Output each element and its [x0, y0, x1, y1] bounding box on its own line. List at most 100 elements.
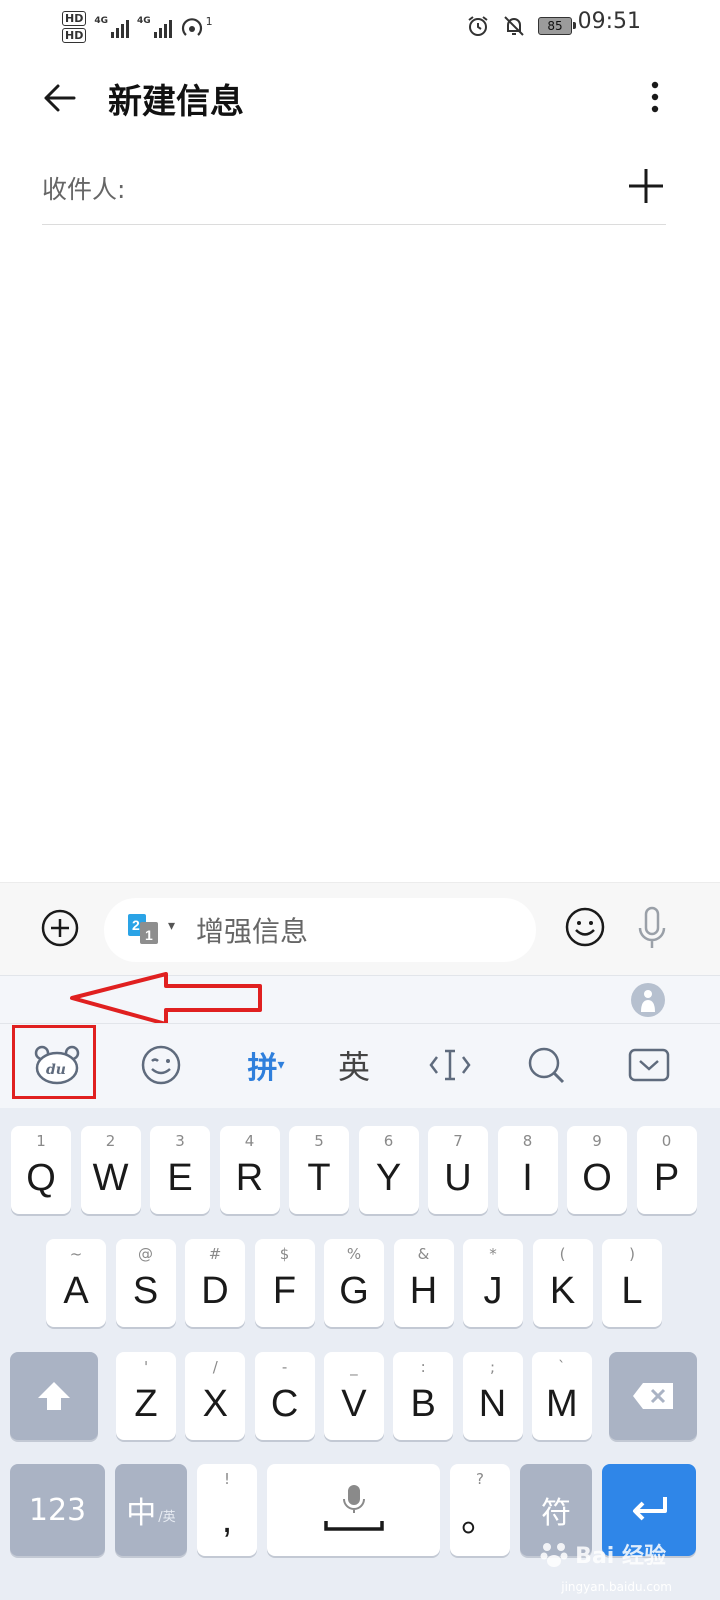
- key-label: Y: [375, 1157, 402, 1199]
- key-label: G: [339, 1270, 369, 1312]
- key-label: L: [621, 1270, 643, 1312]
- recipient-label[interactable]: 收件人:: [42, 170, 125, 206]
- search-button[interactable]: [524, 1040, 568, 1090]
- watermark-brand: Bai 经验: [575, 1544, 666, 1569]
- key-c[interactable]: -C: [254, 1352, 315, 1440]
- key-e[interactable]: 3E: [150, 1126, 210, 1214]
- key-i[interactable]: 8I: [497, 1126, 558, 1214]
- key-label: X: [202, 1383, 228, 1425]
- key-label: K: [549, 1270, 576, 1312]
- add-recipient-icon[interactable]: [626, 166, 666, 206]
- key-hint: `: [558, 1358, 566, 1376]
- more-options-icon[interactable]: [640, 78, 670, 118]
- key-hint: _: [350, 1358, 358, 1376]
- key-hint: ): [629, 1245, 635, 1263]
- status-bar-left: HD HD 4G 4G 1: [62, 6, 213, 48]
- sim-select-icon[interactable]: 2 1: [128, 914, 162, 944]
- key-z[interactable]: ' Z: [116, 1352, 176, 1440]
- key-label: D: [201, 1270, 229, 1312]
- chevron-down-icon: [628, 1048, 670, 1082]
- comma-key[interactable]: ! ,: [197, 1464, 257, 1556]
- key-k[interactable]: (K: [532, 1239, 593, 1327]
- key-b[interactable]: :B: [393, 1352, 454, 1440]
- key-y[interactable]: 6Y: [358, 1126, 419, 1214]
- backspace-key[interactable]: [609, 1352, 697, 1440]
- key-h[interactable]: & H: [393, 1239, 454, 1327]
- add-attachment-icon[interactable]: [40, 908, 80, 948]
- key-r[interactable]: 4R: [219, 1126, 280, 1214]
- svg-text:1: 1: [145, 927, 153, 943]
- key-hint: !: [223, 1470, 230, 1488]
- key-hint: #: [208, 1245, 222, 1263]
- hd-sim1-badge: HD: [62, 11, 87, 26]
- english-mode-button[interactable]: 英: [332, 1040, 376, 1090]
- key-s[interactable]: @ S: [115, 1239, 176, 1327]
- key-a[interactable]: ~ A: [46, 1239, 106, 1327]
- key-label: ,: [221, 1499, 233, 1541]
- cursor-icon: [429, 1049, 471, 1081]
- key-g[interactable]: % G: [324, 1239, 384, 1327]
- key-u[interactable]: 7U: [428, 1126, 488, 1214]
- hide-keyboard-button[interactable]: [626, 1040, 672, 1090]
- key-m[interactable]: ` M: [531, 1352, 592, 1440]
- english-label: 英: [337, 1048, 370, 1086]
- key-l[interactable]: ) L: [602, 1239, 662, 1327]
- key-label: J: [483, 1270, 503, 1312]
- wink-face-icon: [141, 1045, 181, 1085]
- key-label: M: [545, 1383, 578, 1425]
- pinyin-label: 拼: [247, 1051, 278, 1086]
- assistant-icon[interactable]: [628, 980, 668, 1020]
- shift-icon: [38, 1382, 70, 1410]
- shift-key[interactable]: [10, 1352, 98, 1440]
- svg-text:2: 2: [132, 917, 140, 933]
- key-hint: /: [212, 1358, 218, 1376]
- key-q[interactable]: 1Q: [11, 1126, 71, 1214]
- key-label: P: [653, 1157, 680, 1199]
- watermark-url: jingyan.baidu.com: [561, 1580, 672, 1594]
- key-hint: %: [346, 1245, 362, 1263]
- key-label: W: [92, 1157, 129, 1199]
- paw-logo-icon: [540, 1543, 568, 1567]
- key-hint: @: [138, 1245, 153, 1263]
- key-f[interactable]: $ F: [254, 1239, 315, 1327]
- voice-input-icon[interactable]: [636, 906, 668, 950]
- emoji-panel-button[interactable]: [136, 1040, 186, 1090]
- sim-dropdown-icon[interactable]: ▾: [168, 918, 175, 934]
- key-x[interactable]: / X: [185, 1352, 246, 1440]
- key-o[interactable]: 9O: [567, 1126, 627, 1214]
- back-arrow-icon[interactable]: [40, 78, 80, 118]
- key-v[interactable]: _ V: [323, 1352, 384, 1440]
- key-hint: 2: [105, 1132, 116, 1150]
- key-j[interactable]: * J: [463, 1239, 523, 1327]
- watermark: Bai 经验: [539, 1538, 666, 1570]
- key-hint: $: [279, 1245, 290, 1263]
- key-hint: ;: [489, 1358, 496, 1376]
- cursor-edit-button[interactable]: [428, 1040, 472, 1090]
- pinyin-mode-button[interactable]: 拼 ▾: [238, 1040, 294, 1090]
- clock: 09:51: [577, 9, 641, 34]
- chinese-label: 中: [126, 1496, 157, 1531]
- key-hint: ?: [476, 1470, 484, 1488]
- period-key[interactable]: ? 。: [450, 1464, 510, 1556]
- key-hint: &: [417, 1245, 430, 1263]
- key-label: O: [582, 1157, 612, 1199]
- key-label: V: [341, 1383, 367, 1425]
- battery-icon: 85: [538, 17, 576, 35]
- key-label: H: [409, 1270, 438, 1312]
- key-label: Q: [26, 1157, 56, 1199]
- key-hint: 0: [661, 1132, 672, 1150]
- language-switch-key[interactable]: 中 /英: [115, 1464, 187, 1556]
- key-w[interactable]: 2W: [80, 1126, 141, 1214]
- key-label: 。: [460, 1498, 499, 1540]
- key-d[interactable]: # D: [185, 1239, 245, 1327]
- key-label: B: [410, 1383, 436, 1425]
- emoji-icon[interactable]: [564, 906, 606, 948]
- numbers-key[interactable]: 123: [10, 1464, 105, 1556]
- key-t[interactable]: 5T: [289, 1126, 349, 1214]
- key-n[interactable]: ; N: [462, 1352, 523, 1440]
- battery-level: 85: [547, 19, 563, 33]
- key-p[interactable]: 0P: [636, 1126, 697, 1214]
- hotspot-icon: 1: [180, 15, 213, 39]
- key-hint: 4: [244, 1132, 255, 1150]
- space-key[interactable]: [267, 1464, 440, 1556]
